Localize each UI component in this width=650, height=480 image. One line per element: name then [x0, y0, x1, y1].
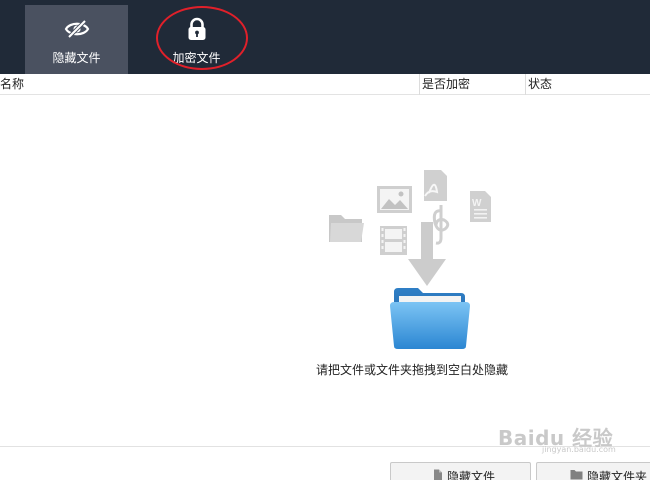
encrypt-files-tab[interactable]: 加密文件 — [145, 5, 248, 74]
column-name-header[interactable]: 名称 — [0, 74, 419, 95]
lock-icon — [188, 17, 205, 40]
word-document-icon: W — [470, 191, 491, 222]
top-toolbar: 隐藏文件 加密文件 — [0, 0, 650, 74]
folder-icon — [329, 215, 364, 242]
hide-folder-button[interactable]: 隐藏文件夹 — [536, 462, 650, 480]
svg-text:W: W — [472, 198, 482, 209]
blue-folder-icon — [390, 288, 470, 349]
hide-files-tab[interactable]: 隐藏文件 — [25, 5, 128, 74]
hide-file-button-label: 隐藏文件 — [447, 470, 496, 480]
pdf-icon — [424, 170, 447, 201]
drop-hint-text: 请把文件或文件夹拖拽到空白处隐藏 — [316, 363, 509, 377]
column-status-header[interactable]: 状态 — [525, 74, 650, 95]
hide-files-label: 隐藏文件 — [52, 51, 101, 65]
music-icon — [432, 205, 450, 245]
file-icon — [434, 469, 442, 480]
video-icon — [380, 226, 407, 255]
folder-small-icon — [570, 470, 583, 480]
image-icon — [377, 186, 412, 213]
encrypt-files-label: 加密文件 — [172, 51, 221, 65]
drag-drop-illustration: W — [329, 170, 491, 349]
footer-divider — [0, 446, 650, 447]
hide-folder-button-label: 隐藏文件夹 — [587, 470, 648, 480]
hide-file-button[interactable]: 隐藏文件 — [390, 462, 531, 480]
column-encrypted-header[interactable]: 是否加密 — [419, 74, 525, 95]
eye-slash-icon — [64, 19, 89, 39]
file-table-header: 名称 是否加密 状态 — [0, 74, 650, 95]
